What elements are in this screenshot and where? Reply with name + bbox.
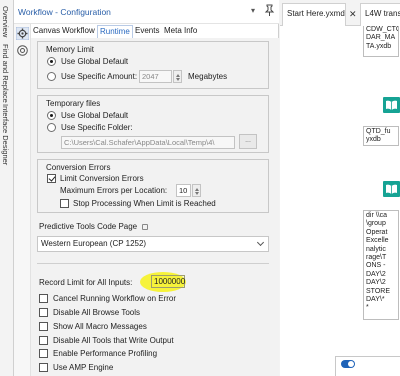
memory-specific-radio[interactable] [47,72,56,81]
temp-default-label: Use Global Default [61,111,129,120]
conversion-errors-title: Conversion Errors [46,163,111,172]
codepage-value: Western European (CP 1252) [41,239,147,248]
panel-icon-column [14,24,31,376]
help-icon[interactable] [16,44,29,57]
memory-default-label: Use Global Default [61,57,129,66]
interface-designer-tab[interactable]: Interface Designer [1,104,10,165]
book-icon[interactable] [383,181,400,197]
temp-specific-radio[interactable] [47,123,56,132]
stop-processing-label: Stop Processing When Limit is Reached [73,199,216,208]
chevron-down-icon [256,238,265,247]
pin-icon[interactable] [264,4,275,17]
tab-runtime[interactable]: Runtime [97,25,133,38]
amp-engine-checkbox[interactable] [39,363,48,372]
disable-browse-checkbox[interactable] [39,308,48,317]
divider [37,263,269,264]
cancel-on-error-label: Cancel Running Workflow on Error [53,294,177,303]
book-icon[interactable] [383,97,400,113]
conversion-errors-group: Conversion Errors Limit Conversion Error… [37,159,269,213]
runtime-settings: Memory Limit Use Global Default Use Spec… [31,38,279,376]
memory-default-radio[interactable] [47,57,56,66]
memory-limit-group: Memory Limit Use Global Default Use Spec… [37,41,269,89]
show-macro-messages-checkbox[interactable] [39,322,48,331]
memory-unit-label: Megabytes [188,72,228,81]
codepage-select[interactable]: Western European (CP 1252) [37,236,269,252]
max-errors-input[interactable]: 10 [176,184,191,197]
limit-conversion-checkbox[interactable] [47,174,56,183]
performance-profiling-checkbox[interactable] [39,349,48,358]
disable-browse-label: Disable All Browse Tools [53,308,141,317]
toggle-switch[interactable] [341,360,355,368]
memory-specific-label: Use Specific Amount: [61,72,138,81]
overview-tab[interactable]: Overview [1,6,10,37]
workflow-area: Start Here.yxmd ✕ L4W transa CDW_CTO DAR… [280,0,400,376]
tab-l4w-label: L4W transa [365,9,400,18]
gear-icon[interactable] [16,27,29,40]
canvas-note[interactable]: CDW_CTO DAR_MA TA.yxdb [363,26,399,57]
performance-profiling-label: Enable Performance Profiling [53,349,158,358]
memory-amount-input[interactable]: 2047 [139,70,172,83]
configuration-panel: Workflow - Configuration ▾ Canvas Workfl… [14,0,279,376]
codepage-label-text: Predictive Tools Code Page [39,222,138,231]
temp-default-radio[interactable] [47,111,56,120]
chevron-down-icon[interactable]: ▾ [251,6,255,15]
codepage-label: Predictive Tools Code Page [39,222,149,231]
disable-output-tools-checkbox[interactable] [39,336,48,345]
max-errors-stepper[interactable] [192,184,201,197]
amp-engine-label: Use AMP Engine [53,363,114,372]
tab-canvas[interactable]: Canvas [33,26,60,35]
browse-button[interactable]: ... [239,134,257,149]
memory-amount-stepper[interactable] [173,70,182,83]
canvas-bottom-bar [335,356,400,376]
side-strip: Overview Find and Replace Interface Desi… [0,0,14,376]
panel-title: Workflow - Configuration [18,7,111,17]
document-tabs: Start Here.yxmd ✕ L4W transa [280,0,400,26]
disable-output-tools-label: Disable All Tools that Write Output [53,336,174,345]
limit-conversion-label: Limit Conversion Errors [60,174,144,183]
stop-processing-checkbox[interactable] [60,199,69,208]
tab-start-here[interactable]: Start Here.yxmd [282,3,346,26]
panel-tabs: Canvas Workflow Runtime Events Meta Info [31,24,279,38]
tab-events[interactable]: Events [135,26,159,35]
tab-start-here-label: Start Here.yxmd [287,9,345,18]
show-macro-messages-label: Show All Macro Messages [53,322,147,331]
record-limit-input[interactable]: 1000000 [151,275,185,288]
panel-title-bar: Workflow - Configuration ▾ [14,0,279,24]
workflow-canvas[interactable]: CDW_CTO DAR_MA TA.yxdb QTD_fu yxdb dir \… [280,26,400,376]
close-icon[interactable]: ✕ [349,9,357,20]
record-limit-label: Record Limit for All Inputs: [39,278,133,287]
find-replace-tab[interactable]: Find and Replace [1,44,10,103]
memory-limit-title: Memory Limit [46,45,95,54]
temp-folder-input[interactable]: C:\Users\Cal.Schafer\AppData\Local\Temp\… [61,136,235,149]
temp-files-title: Temporary files [46,99,101,108]
cancel-on-error-checkbox[interactable] [39,294,48,303]
tab-workflow[interactable]: Workflow [62,26,95,35]
canvas-note[interactable]: QTD_fu yxdb [363,126,399,146]
temp-specific-label: Use Specific Folder: [61,123,133,132]
tab-l4w[interactable]: L4W transa [360,3,400,26]
tab-meta-info[interactable]: Meta Info [164,26,197,35]
codepage-info-icon [142,223,149,230]
temp-files-group: Temporary files Use Global Default Use S… [37,95,269,153]
canvas-note[interactable]: dir \\ca \group Operat Excelle nalytic r… [363,210,399,320]
max-errors-label: Maximum Errors per Location: [60,186,168,195]
